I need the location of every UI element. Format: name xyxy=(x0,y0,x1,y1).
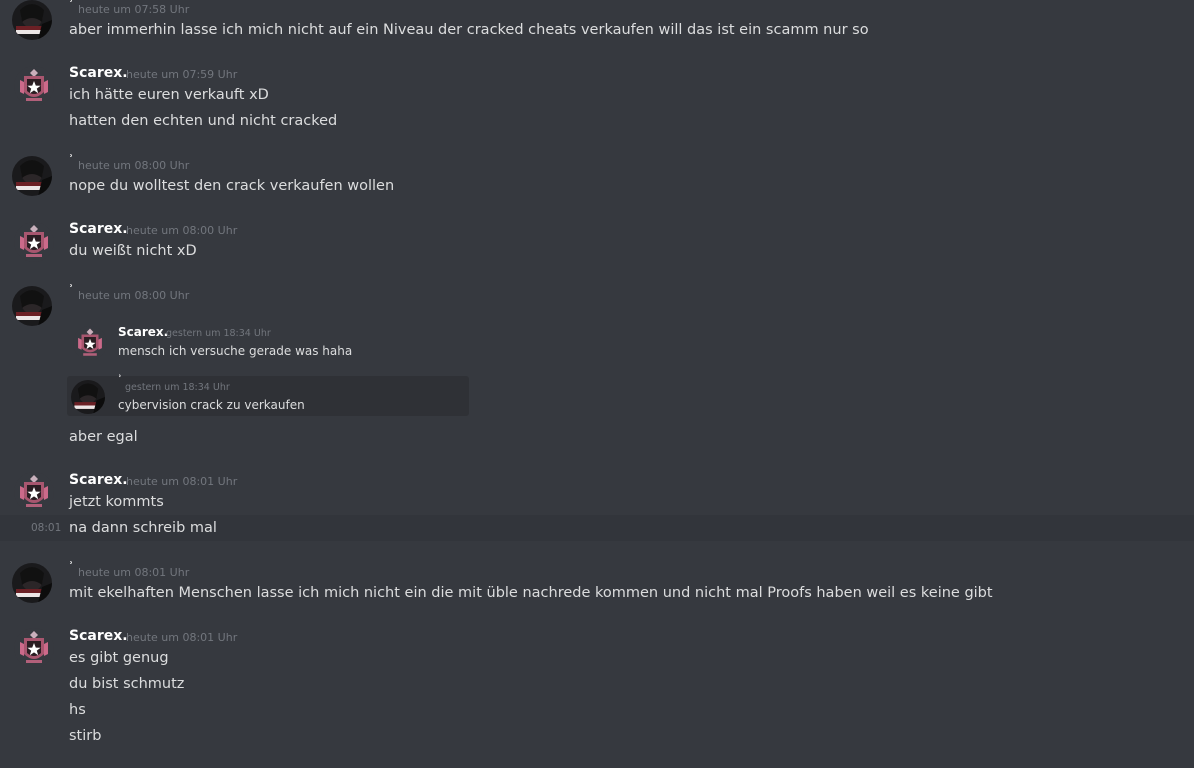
message-text: jetzt kommts xyxy=(69,494,164,510)
username[interactable]: ʾ xyxy=(69,0,73,10)
username[interactable]: Scarex. xyxy=(69,628,128,644)
message-timestamp: heute um 08:00 Uhr xyxy=(78,159,190,172)
message-text: nope du wolltest den crack verkaufen wol… xyxy=(69,178,395,194)
username[interactable]: ʾ xyxy=(69,152,73,165)
message-timestamp: heute um 08:01 Uhr xyxy=(78,566,190,579)
message-text: hatten den echten und nicht cracked xyxy=(69,113,338,129)
crest-star-avatar-icon[interactable] xyxy=(14,628,54,668)
username[interactable]: Scarex. xyxy=(69,65,128,81)
hover-timestamp: 08:01 xyxy=(31,522,62,534)
crest-star-avatar-icon[interactable] xyxy=(14,222,54,262)
message-timestamp: heute um 08:00 Uhr xyxy=(78,289,190,302)
message-text: aber immerhin lasse ich mich nicht auf e… xyxy=(69,22,869,38)
message-timestamp: heute um 08:01 Uhr xyxy=(126,631,238,644)
quoted-timestamp: gestern um 18:34 Uhr xyxy=(166,328,271,339)
message-text: mit ekelhaften Menschen lasse ich mich n… xyxy=(69,585,993,601)
dark-hooded-avatar-icon xyxy=(71,380,105,414)
message-timestamp: heute um 08:01 Uhr xyxy=(126,475,238,488)
dark-hooded-avatar-icon[interactable] xyxy=(12,156,52,196)
crest-star-avatar-icon[interactable] xyxy=(14,66,54,106)
message-text: du weißt nicht xD xyxy=(69,243,197,259)
crest-star-avatar-icon xyxy=(73,326,107,360)
quoted-text: cybervision crack zu verkaufen xyxy=(118,398,305,412)
dark-hooded-avatar-icon[interactable] xyxy=(12,563,52,603)
dark-hooded-avatar-icon[interactable] xyxy=(12,0,52,40)
message-timestamp: heute um 08:00 Uhr xyxy=(126,224,238,237)
username[interactable]: Scarex. xyxy=(69,472,128,488)
message-text: du bist schmutz xyxy=(69,676,185,692)
username[interactable]: ʾ xyxy=(69,282,73,295)
quoted-text: mensch ich versuche gerade was haha xyxy=(118,344,353,358)
username[interactable]: ʾ xyxy=(69,559,73,572)
username[interactable]: Scarex. xyxy=(69,221,128,237)
quoted-timestamp: gestern um 18:34 Uhr xyxy=(125,382,230,393)
quoted-username: ʾ xyxy=(118,374,122,385)
message-text: ich hätte euren verkauft xD xyxy=(69,87,269,103)
message-text: hs xyxy=(69,702,86,718)
message-text: es gibt genug xyxy=(69,650,169,666)
dark-hooded-avatar-icon[interactable] xyxy=(12,286,52,326)
message-timestamp: heute um 07:58 Uhr xyxy=(78,3,190,16)
message-text: na dann schreib mal xyxy=(69,520,217,536)
crest-star-avatar-icon[interactable] xyxy=(14,472,54,512)
message-text: aber egal xyxy=(69,429,138,445)
quoted-username: Scarex. xyxy=(118,325,169,339)
message-text: stirb xyxy=(69,728,102,744)
message-timestamp: heute um 07:59 Uhr xyxy=(126,68,238,81)
